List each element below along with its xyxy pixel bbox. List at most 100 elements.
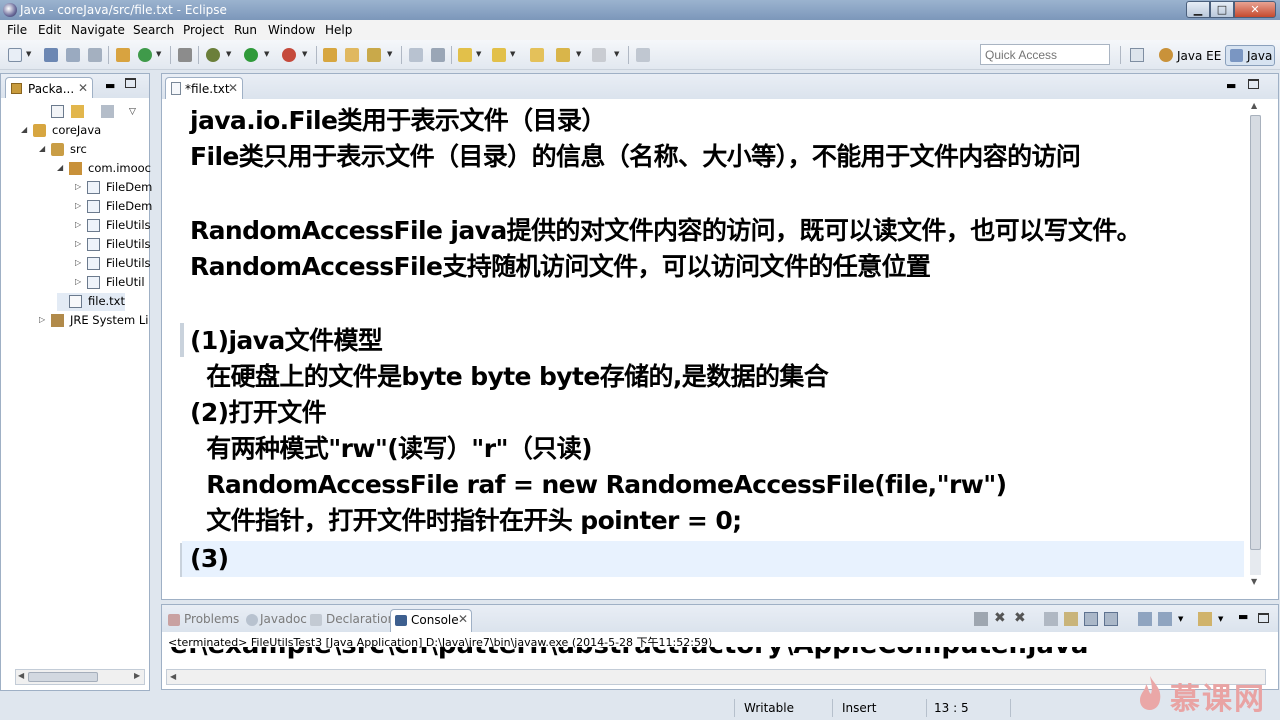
scroll-up-icon[interactable]: ▲ [1251,101,1257,110]
collapse-triangle-icon[interactable]: ◢ [39,144,45,153]
expand-triangle-icon[interactable]: ▷ [75,277,81,286]
editor-text-area[interactable]: java.io.File类用于表示文件（目录） File类只用于表示文件（目录）… [190,99,1246,579]
menu-navigate[interactable]: Navigate [71,23,125,37]
back-icon[interactable] [556,48,570,62]
open-console-icon[interactable] [1198,612,1212,626]
menu-help[interactable]: Help [325,23,352,37]
prev-annotation-dropdown-icon[interactable]: ▼ [510,50,515,58]
minimize-button[interactable]: ▁ [1186,1,1210,18]
search-icon[interactable] [367,48,381,62]
collapse-triangle-icon[interactable]: ◢ [57,163,63,172]
expand-triangle-icon[interactable]: ▷ [75,201,81,210]
scroll-left-icon[interactable]: ◀ [18,671,24,680]
menu-edit[interactable]: Edit [38,23,61,37]
remove-launch-icon[interactable]: ✖ [994,611,1008,625]
chevron-down-icon[interactable]: ▽ [129,107,136,117]
prev-annotation-icon[interactable] [492,48,506,62]
expand-triangle-icon[interactable]: ▷ [39,315,45,324]
new-java-project-icon[interactable] [323,48,337,62]
scroll-right-icon[interactable]: ▶ [134,671,140,680]
menu-file[interactable]: File [7,23,27,37]
terminate-icon[interactable] [974,612,988,626]
forward-icon[interactable] [592,48,606,62]
maximize-view-icon[interactable] [1248,79,1259,89]
next-annotation-icon[interactable] [458,48,472,62]
run-icon[interactable] [244,48,258,62]
window-title-bar[interactable]: Java - coreJava/src/file.txt - Eclipse ▁… [0,0,1280,20]
editor-vscroll[interactable]: ▲ ▼ [1248,101,1264,586]
tab-console[interactable]: Console ✕ [390,609,472,632]
scroll-left-icon[interactable]: ◀ [170,672,176,681]
pin-editor-icon[interactable] [636,48,650,62]
word-wrap-icon[interactable] [1084,612,1098,626]
skip-breakpoints-icon[interactable] [178,48,192,62]
close-icon[interactable]: ✕ [228,81,238,95]
minimize-view-icon[interactable]: ▬ [105,79,115,92]
new-icon[interactable] [8,48,22,62]
build-icon[interactable] [116,48,130,62]
menu-search[interactable]: Search [133,23,174,37]
menu-run[interactable]: Run [234,23,257,37]
print-icon[interactable] [88,48,102,62]
close-icon[interactable]: ✕ [78,81,88,95]
save-all-icon[interactable] [66,48,80,62]
debug-dropdown-icon[interactable]: ▼ [226,50,231,58]
package-explorer-tab[interactable]: Packa... ✕ [5,77,93,98]
tree-item-text-file[interactable]: file.txt [57,293,125,311]
save-icon[interactable] [44,48,58,62]
close-icon[interactable]: ✕ [458,612,468,626]
quick-access-input[interactable] [980,44,1110,65]
open-type-icon[interactable] [345,48,359,62]
collapse-all-icon[interactable] [51,105,64,118]
expand-triangle-icon[interactable]: ▷ [75,182,81,191]
next-annotation-dropdown-icon[interactable]: ▼ [476,50,481,58]
console-output[interactable]: e:\example\src\cn\pattern\abstractfactor… [170,647,1262,665]
display-console-icon[interactable] [1158,612,1172,626]
debug-icon[interactable] [206,48,220,62]
open-perspective-icon[interactable] [1130,48,1144,62]
clear-console-icon[interactable] [1044,612,1058,626]
scroll-lock-icon[interactable] [1064,612,1078,626]
show-on-output-icon[interactable] [1104,612,1118,626]
editor-tab-file-txt[interactable]: *file.txt ✕ [165,77,243,99]
expand-triangle-icon[interactable]: ▷ [75,258,81,267]
tab-problems[interactable]: Problems [184,612,239,626]
chevron-down-icon[interactable]: ▼ [1218,615,1232,629]
last-edit-icon[interactable] [530,48,544,62]
maximize-view-icon[interactable] [125,78,136,88]
console-hscroll[interactable]: ◀ [166,669,1266,685]
perspective-java-button[interactable]: Java [1225,45,1275,66]
back-dropdown-icon[interactable]: ▼ [576,50,581,58]
run-dropdown-icon[interactable]: ▼ [264,50,269,58]
tab-javadoc[interactable]: Javadoc [260,612,307,626]
refresh-dropdown-icon[interactable]: ▼ [156,50,161,58]
collapse-triangle-icon[interactable]: ◢ [21,125,27,134]
external-tools-dropdown-icon[interactable]: ▼ [302,50,307,58]
package-explorer-hscroll[interactable]: ◀ ▶ [15,669,145,685]
remove-all-icon[interactable]: ✖ [1014,611,1028,625]
chevron-down-icon[interactable]: ▼ [1178,615,1192,629]
scroll-down-icon[interactable]: ▼ [1251,577,1257,586]
minimize-view-icon[interactable]: ▬ [1238,610,1252,624]
link-with-editor-icon[interactable] [71,105,84,118]
forward-dropdown-icon[interactable]: ▼ [614,50,619,58]
view-menu-icon[interactable] [101,105,114,118]
new-dropdown-icon[interactable]: ▼ [26,50,31,58]
show-whitespace-icon[interactable] [431,48,445,62]
perspective-java-ee[interactable]: Java EE [1177,49,1221,63]
external-tools-icon[interactable] [282,48,296,62]
maximize-button[interactable]: □ [1210,1,1234,18]
scroll-thumb[interactable] [28,672,98,682]
menu-window[interactable]: Window [268,23,315,37]
refresh-icon[interactable] [138,48,152,62]
search-dropdown-icon[interactable]: ▼ [387,50,392,58]
maximize-view-icon[interactable] [1258,613,1269,623]
menu-project[interactable]: Project [183,23,224,37]
overview-ruler[interactable] [1266,101,1276,586]
pin-console-icon[interactable] [1138,612,1152,626]
java-ee-perspective-icon[interactable] [1159,48,1173,62]
minimize-view-icon[interactable]: ▬ [1226,79,1236,92]
expand-triangle-icon[interactable]: ▷ [75,239,81,248]
close-button[interactable]: ✕ [1234,1,1276,18]
scroll-thumb[interactable] [1250,115,1261,550]
